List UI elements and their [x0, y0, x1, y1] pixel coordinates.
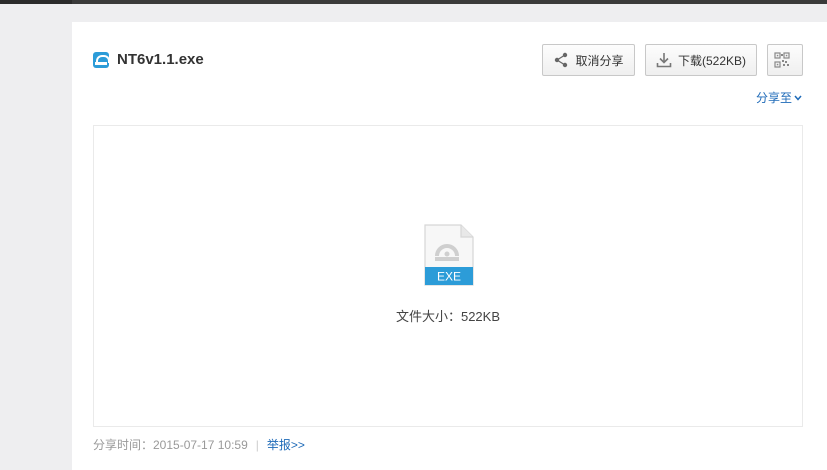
download-button[interactable]: 下载(522KB)	[645, 44, 757, 76]
download-label: 下载(522KB)	[677, 53, 747, 68]
share-time-text: 分享时间：2015-07-17 10:59	[93, 438, 248, 452]
file-type-icon	[93, 52, 110, 68]
report-link[interactable]: 举报>>	[267, 436, 305, 453]
qr-code-icon	[774, 52, 790, 68]
share-to-dropdown[interactable]: 分享至	[756, 89, 802, 106]
top-bar	[0, 0, 827, 4]
cancel-share-button[interactable]: 取消分享	[542, 44, 635, 76]
footer-separator: |	[255, 437, 259, 452]
download-icon	[656, 53, 672, 68]
share-card: NT6v1.1.exe 取消分享 下载(522KB) 分享至 EXE 文件大小：…	[72, 22, 827, 470]
exe-file-icon: EXE	[424, 224, 474, 286]
share-to-label: 分享至	[756, 91, 793, 105]
file-name-title: NT6v1.1.exe	[117, 51, 204, 68]
cancel-share-label: 取消分享	[575, 53, 624, 68]
file-preview-area: EXE 文件大小：522KB	[93, 125, 803, 427]
file-size-text: 文件大小：522KB	[395, 309, 501, 324]
chevron-down-icon	[794, 95, 802, 101]
share-icon	[555, 52, 568, 68]
exe-type-label: EXE	[437, 270, 461, 284]
share-info-footer: 分享时间：2015-07-17 10:59 | 举报>>	[93, 436, 305, 453]
qr-code-button[interactable]	[767, 44, 803, 76]
